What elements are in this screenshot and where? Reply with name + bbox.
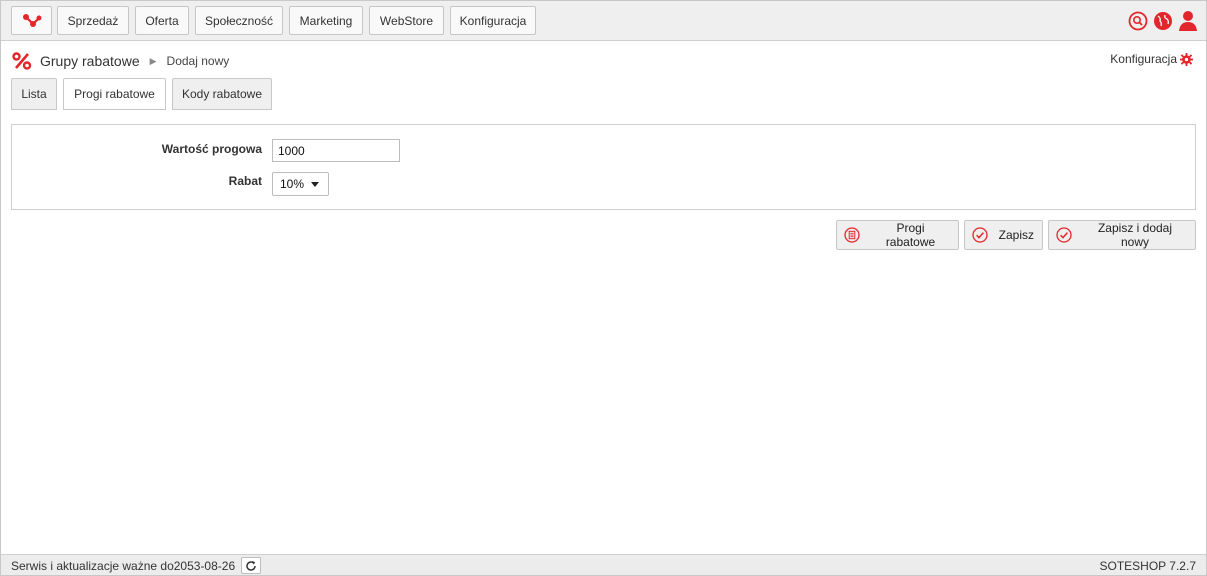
gear-icon bbox=[1180, 52, 1193, 66]
discount-select[interactable]: 10% bbox=[272, 172, 329, 196]
threshold-label: Wartość progowa bbox=[161, 142, 262, 156]
nav-marketing[interactable]: Marketing bbox=[289, 6, 363, 35]
save-button-label: Zapisz bbox=[998, 228, 1034, 242]
nav-spolecznosc[interactable]: Społeczność bbox=[195, 6, 283, 35]
discount-selected-value: 10% bbox=[280, 177, 305, 191]
top-icons bbox=[1128, 9, 1198, 33]
save-and-add-button[interactable]: Zapisz i dodaj nowy bbox=[1048, 220, 1196, 250]
breadcrumb-current: Dodaj nowy bbox=[166, 54, 230, 68]
globe-icon[interactable] bbox=[1153, 10, 1173, 32]
footer-left: Serwis i aktualizacje ważne do2053-08-26 bbox=[11, 557, 262, 574]
nav-oferta[interactable]: Oferta bbox=[135, 6, 189, 35]
nav-webstore[interactable]: WebStore bbox=[369, 6, 444, 35]
tab-kody-rabatowe[interactable]: Kody rabatowe bbox=[172, 78, 272, 110]
top-navigation: Sprzedaż Oferta Społeczność Marketing We… bbox=[1, 1, 1206, 41]
tab-lista[interactable]: Lista bbox=[11, 78, 57, 110]
caret-down-icon bbox=[311, 182, 319, 187]
search-icon[interactable] bbox=[1128, 10, 1148, 32]
threshold-input[interactable] bbox=[272, 139, 400, 162]
percent-icon bbox=[12, 52, 32, 70]
version-text: SOTESHOP 7.2.7 bbox=[1099, 559, 1197, 573]
check-icon bbox=[971, 226, 989, 244]
config-link[interactable]: Konfiguracja bbox=[1110, 52, 1193, 66]
refresh-button[interactable] bbox=[241, 557, 262, 574]
breadcrumb: Grupy rabatowe ▶ Dodaj nowy bbox=[12, 50, 229, 72]
save-button[interactable]: Zapisz bbox=[964, 220, 1043, 250]
home-button[interactable] bbox=[11, 6, 52, 35]
page-title[interactable]: Grupy rabatowe bbox=[40, 53, 140, 69]
nav-sprzedaz[interactable]: Sprzedaż bbox=[57, 6, 129, 35]
discount-label: Rabat bbox=[228, 174, 262, 188]
tab-progi-rabatowe[interactable]: Progi rabatowe bbox=[63, 78, 166, 110]
breadcrumb-arrow-icon: ▶ bbox=[149, 55, 157, 66]
refresh-icon bbox=[246, 560, 256, 571]
user-icon[interactable] bbox=[1178, 10, 1198, 32]
thresholds-button-label: Progi rabatowe bbox=[885, 221, 936, 249]
check-icon bbox=[1055, 226, 1073, 244]
nav-konfiguracja[interactable]: Konfiguracja bbox=[450, 6, 536, 35]
list-icon bbox=[843, 226, 861, 244]
footer: Serwis i aktualizacje ważne do2053-08-26… bbox=[1, 554, 1206, 575]
save-and-add-button-label: Zapisz i dodaj nowy bbox=[1097, 221, 1173, 249]
thresholds-button[interactable]: Progi rabatowe bbox=[836, 220, 959, 250]
form-panel: Wartość progowa Rabat 10% bbox=[11, 124, 1196, 210]
soteshop-logo-icon bbox=[22, 13, 41, 27]
service-text: Serwis i aktualizacje ważne do2053-08-26 bbox=[11, 558, 236, 573]
config-link-label: Konfiguracja bbox=[1110, 52, 1177, 66]
